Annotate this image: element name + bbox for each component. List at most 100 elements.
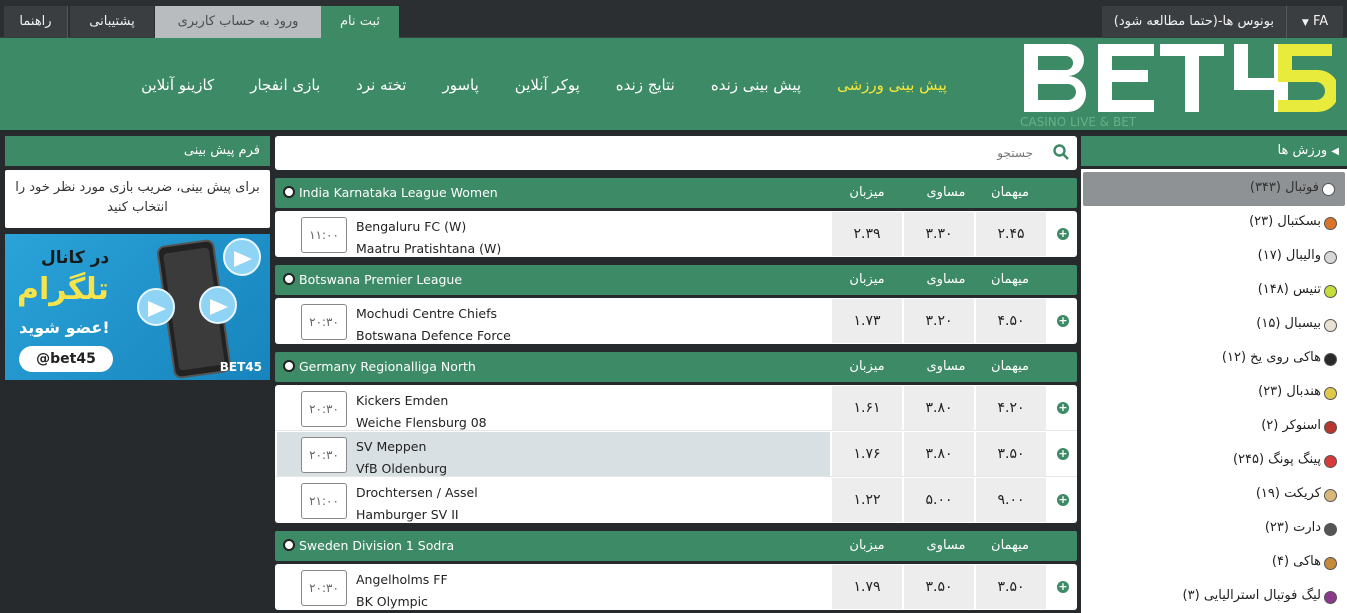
odd-guest-button[interactable]: ۳.۵۰ xyxy=(976,432,1046,476)
telegram-banner[interactable]: در کانال تلگرام عضو شوید! @bet45 BET45 xyxy=(5,234,270,380)
sport-label: اسنوکر (۲) xyxy=(1261,418,1321,433)
sport-item[interactable]: کریکت (۱۹) xyxy=(1081,478,1347,512)
sport-item[interactable]: لیگ فوتبال استرالیایی (۳) xyxy=(1081,580,1347,613)
sports-header[interactable]: ورزش ها ◀ xyxy=(1081,136,1347,166)
league-header[interactable]: Botswana Premier League میزبان مساوی میهمان xyxy=(275,265,1077,295)
match-list: ۲۰:۳۰ Mochudi Centre Chiefs Botswana Defen… xyxy=(275,298,1077,344)
plus-icon[interactable]: + xyxy=(1057,494,1069,506)
odd-host-button[interactable]: ۱.۷۹ xyxy=(832,565,902,609)
match-info[interactable]: ۱۱:۰۰ Bengaluru FC (W) Maatru Pratishtana … xyxy=(277,212,830,256)
basketball-icon xyxy=(1324,217,1337,230)
match-info[interactable]: ۲۰:۳۰ Kickers Emden Weiche Flensburg 08 xyxy=(277,386,830,430)
soccer-ball-icon xyxy=(283,539,295,551)
odd-host-button[interactable]: ۱.۶۱ xyxy=(832,386,902,430)
nav-item[interactable]: پیش بینی زنده xyxy=(693,76,819,94)
match-row: ۱۱:۰۰ Bengaluru FC (W) Maatru Pratishtana … xyxy=(275,211,1077,257)
login-button[interactable]: ورود به حساب کاربری xyxy=(155,6,321,38)
odd-host-button[interactable]: ۱.۷۶ xyxy=(832,432,902,476)
odd-draw-button[interactable]: ۳.۲۰ xyxy=(904,299,974,343)
sport-item[interactable]: هندبال (۲۳) xyxy=(1081,376,1347,410)
sport-item[interactable]: هاکی (۴) xyxy=(1081,546,1347,580)
match-row: ۲۰:۳۰ SV Meppen VfB Oldenburg ۱.۷۶ ۳.۸۰ ۳.۵۰ + xyxy=(275,431,1077,477)
odd-guest-button[interactable]: ۲.۴۵ xyxy=(976,212,1046,256)
nav-item[interactable]: تخته نرد xyxy=(338,76,424,94)
league-name: India Karnataka League Women xyxy=(299,185,498,200)
sport-item[interactable]: بیسبال (۱۵) xyxy=(1081,308,1347,342)
nav-item[interactable]: پوکر آنلاین xyxy=(497,76,598,94)
nav-item[interactable]: کازینو آنلاین xyxy=(123,76,232,94)
sport-item[interactable]: اسنوکر (۲) xyxy=(1081,410,1347,444)
odd-guest-button[interactable]: ۴.۲۰ xyxy=(976,386,1046,430)
team-away: Botswana Defence Force xyxy=(356,328,511,343)
soccer-ball-icon xyxy=(283,360,295,372)
soccer-ball-icon xyxy=(283,273,295,285)
search-input[interactable] xyxy=(283,140,1033,166)
odd-host-button[interactable]: ۲.۳۹ xyxy=(832,212,902,256)
sports-list: فوتبال (۳۴۳) بسکتبال (۲۳) والیبال (۱۷) تنیس… xyxy=(1081,169,1347,613)
sport-item[interactable]: تنیس (۱۴۸) xyxy=(1081,274,1347,308)
sport-label: تنیس (۱۴۸) xyxy=(1257,282,1321,297)
soccer-ball-icon xyxy=(283,186,295,198)
column-draw: مساوی xyxy=(926,538,966,553)
sport-item[interactable]: هاکی روی یخ (۱۲) xyxy=(1081,342,1347,376)
odd-draw-button[interactable]: ۵.۰۰ xyxy=(904,478,974,522)
banner-line3: عضو شوید! xyxy=(19,318,110,337)
odd-draw-button[interactable]: ۳.۵۰ xyxy=(904,565,974,609)
sport-label: کریکت (۱۹) xyxy=(1255,486,1321,501)
match-info[interactable]: ۲۰:۳۰ Angelholms FF BK Olympic xyxy=(277,565,830,609)
match-teams: Kickers Emden Weiche Flensburg 08 xyxy=(356,390,487,434)
search-icon[interactable] xyxy=(1053,144,1069,160)
match-time: ۲۰:۳۰ xyxy=(301,304,347,340)
site-logo[interactable]: CASINO LIVE & BET xyxy=(1020,38,1336,126)
banner-line1: در کانال xyxy=(41,248,110,268)
bonus-link[interactable]: بونوس ها-(حتما مطالعه شود) xyxy=(1101,6,1287,38)
odd-guest-button[interactable]: ۳.۵۰ xyxy=(976,565,1046,609)
team-home: Mochudi Centre Chiefs xyxy=(356,306,498,321)
language-select[interactable]: ▼ FA xyxy=(1287,6,1343,38)
league-header[interactable]: Sweden Division 1 Sodra میزبان مساوی میهمان xyxy=(275,531,1077,561)
league-header[interactable]: Germany Regionalliga North میزبان مساوی میه… xyxy=(275,352,1077,382)
nav-item[interactable]: پیش بینی ورزشی xyxy=(819,76,965,94)
match-info[interactable]: ۲۰:۳۰ SV Meppen VfB Oldenburg xyxy=(277,432,830,476)
plus-icon[interactable]: + xyxy=(1057,581,1069,593)
odd-draw-button[interactable]: ۳.۸۰ xyxy=(904,386,974,430)
odd-guest-button[interactable]: ۴.۵۰ xyxy=(976,299,1046,343)
sport-item[interactable]: فوتبال (۳۴۳) xyxy=(1083,172,1345,206)
aussie-rules-icon xyxy=(1324,591,1337,604)
sport-label: هندبال (۲۳) xyxy=(1258,384,1321,399)
plus-icon[interactable]: + xyxy=(1057,228,1069,240)
nav-item[interactable]: بازی انفجار xyxy=(232,76,338,94)
match-time: ۲۰:۳۰ xyxy=(301,391,347,427)
help-link[interactable]: راهنما xyxy=(4,6,68,38)
sport-item[interactable]: والیبال (۱۷) xyxy=(1081,240,1347,274)
plus-icon[interactable]: + xyxy=(1057,402,1069,414)
odd-host-button[interactable]: ۱.۷۳ xyxy=(832,299,902,343)
sport-item[interactable]: دارت (۲۳) xyxy=(1081,512,1347,546)
odd-host-button[interactable]: ۱.۲۲ xyxy=(832,478,902,522)
odd-draw-button[interactable]: ۳.۸۰ xyxy=(904,432,974,476)
nav-item[interactable]: پاسور xyxy=(424,76,496,94)
match-info[interactable]: ۲۱:۰۰ Drochtersen / Assel Hamburger SV II xyxy=(277,478,830,522)
sport-item[interactable]: بسکتبال (۲۳) xyxy=(1081,206,1347,240)
odd-guest-button[interactable]: ۹.۰۰ xyxy=(976,478,1046,522)
plus-icon[interactable]: + xyxy=(1057,448,1069,460)
plus-icon[interactable]: + xyxy=(1057,315,1069,327)
register-button[interactable]: ثبت نام xyxy=(321,6,399,38)
match-info[interactable]: ۲۰:۳۰ Mochudi Centre Chiefs Botswana Defen… xyxy=(277,299,830,343)
team-home: Drochtersen / Assel xyxy=(356,485,478,500)
column-draw: مساوی xyxy=(926,185,966,200)
odd-draw-button[interactable]: ۳.۳۰ xyxy=(904,212,974,256)
bet-form-column: فرم پیش بینی برای پیش بینی، ضریب بازی مو… xyxy=(5,136,270,380)
league-header[interactable]: India Karnataka League Women میزبان مساوی م… xyxy=(275,178,1077,208)
sports-title: ورزش ها xyxy=(1277,143,1328,158)
column-draw: مساوی xyxy=(926,359,966,374)
match-time: ۲۰:۳۰ xyxy=(301,570,347,606)
banner-handle: @bet45 xyxy=(19,346,113,372)
nav-item[interactable]: نتایج زنده xyxy=(598,76,693,94)
support-link[interactable]: پشتیبانی xyxy=(70,6,154,38)
cricket-icon xyxy=(1324,489,1337,502)
volleyball-icon xyxy=(1324,251,1337,264)
sport-item[interactable]: پینگ پونگ (۲۴۵) xyxy=(1081,444,1347,478)
banner-brand: BET45 xyxy=(219,360,262,374)
team-home: SV Meppen xyxy=(356,439,427,454)
